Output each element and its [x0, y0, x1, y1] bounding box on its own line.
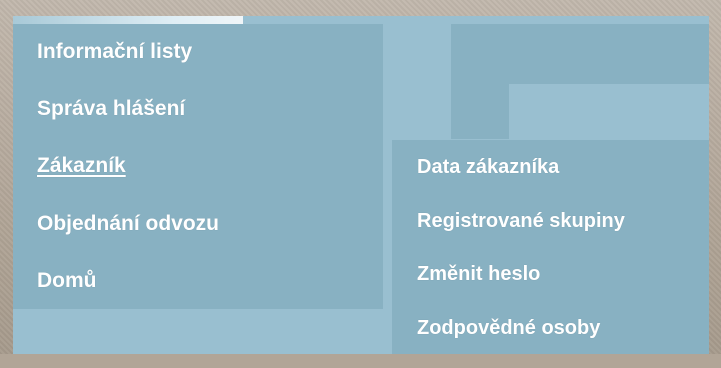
bottom-frame-strip [0, 354, 721, 368]
right-header-notch [509, 84, 709, 139]
menu-item-informacni-listy[interactable]: Informační listy [37, 40, 192, 64]
menu-item-domu[interactable]: Domů [37, 269, 97, 293]
submenu-item-registrovane-skupiny[interactable]: Registrované skupiny [417, 210, 625, 233]
customer-submenu: Data zákazníka Registrované skupiny Změn… [392, 140, 709, 364]
main-menu: Informační listy Správa hlášení Zákazník… [13, 24, 383, 309]
submenu-item-zodpovedne-osoby[interactable]: Zodpovědné osoby [417, 317, 600, 340]
menu-item-objednani-odvozu[interactable]: Objednání odvozu [37, 212, 219, 236]
menu-item-sprava-hlaseni[interactable]: Správa hlášení [37, 97, 185, 121]
menu-item-zakaznik[interactable]: Zákazník [37, 154, 126, 178]
submenu-item-data-zakaznika[interactable]: Data zákazníka [417, 156, 559, 179]
submenu-item-zmenit-heslo[interactable]: Změnit heslo [417, 263, 540, 286]
